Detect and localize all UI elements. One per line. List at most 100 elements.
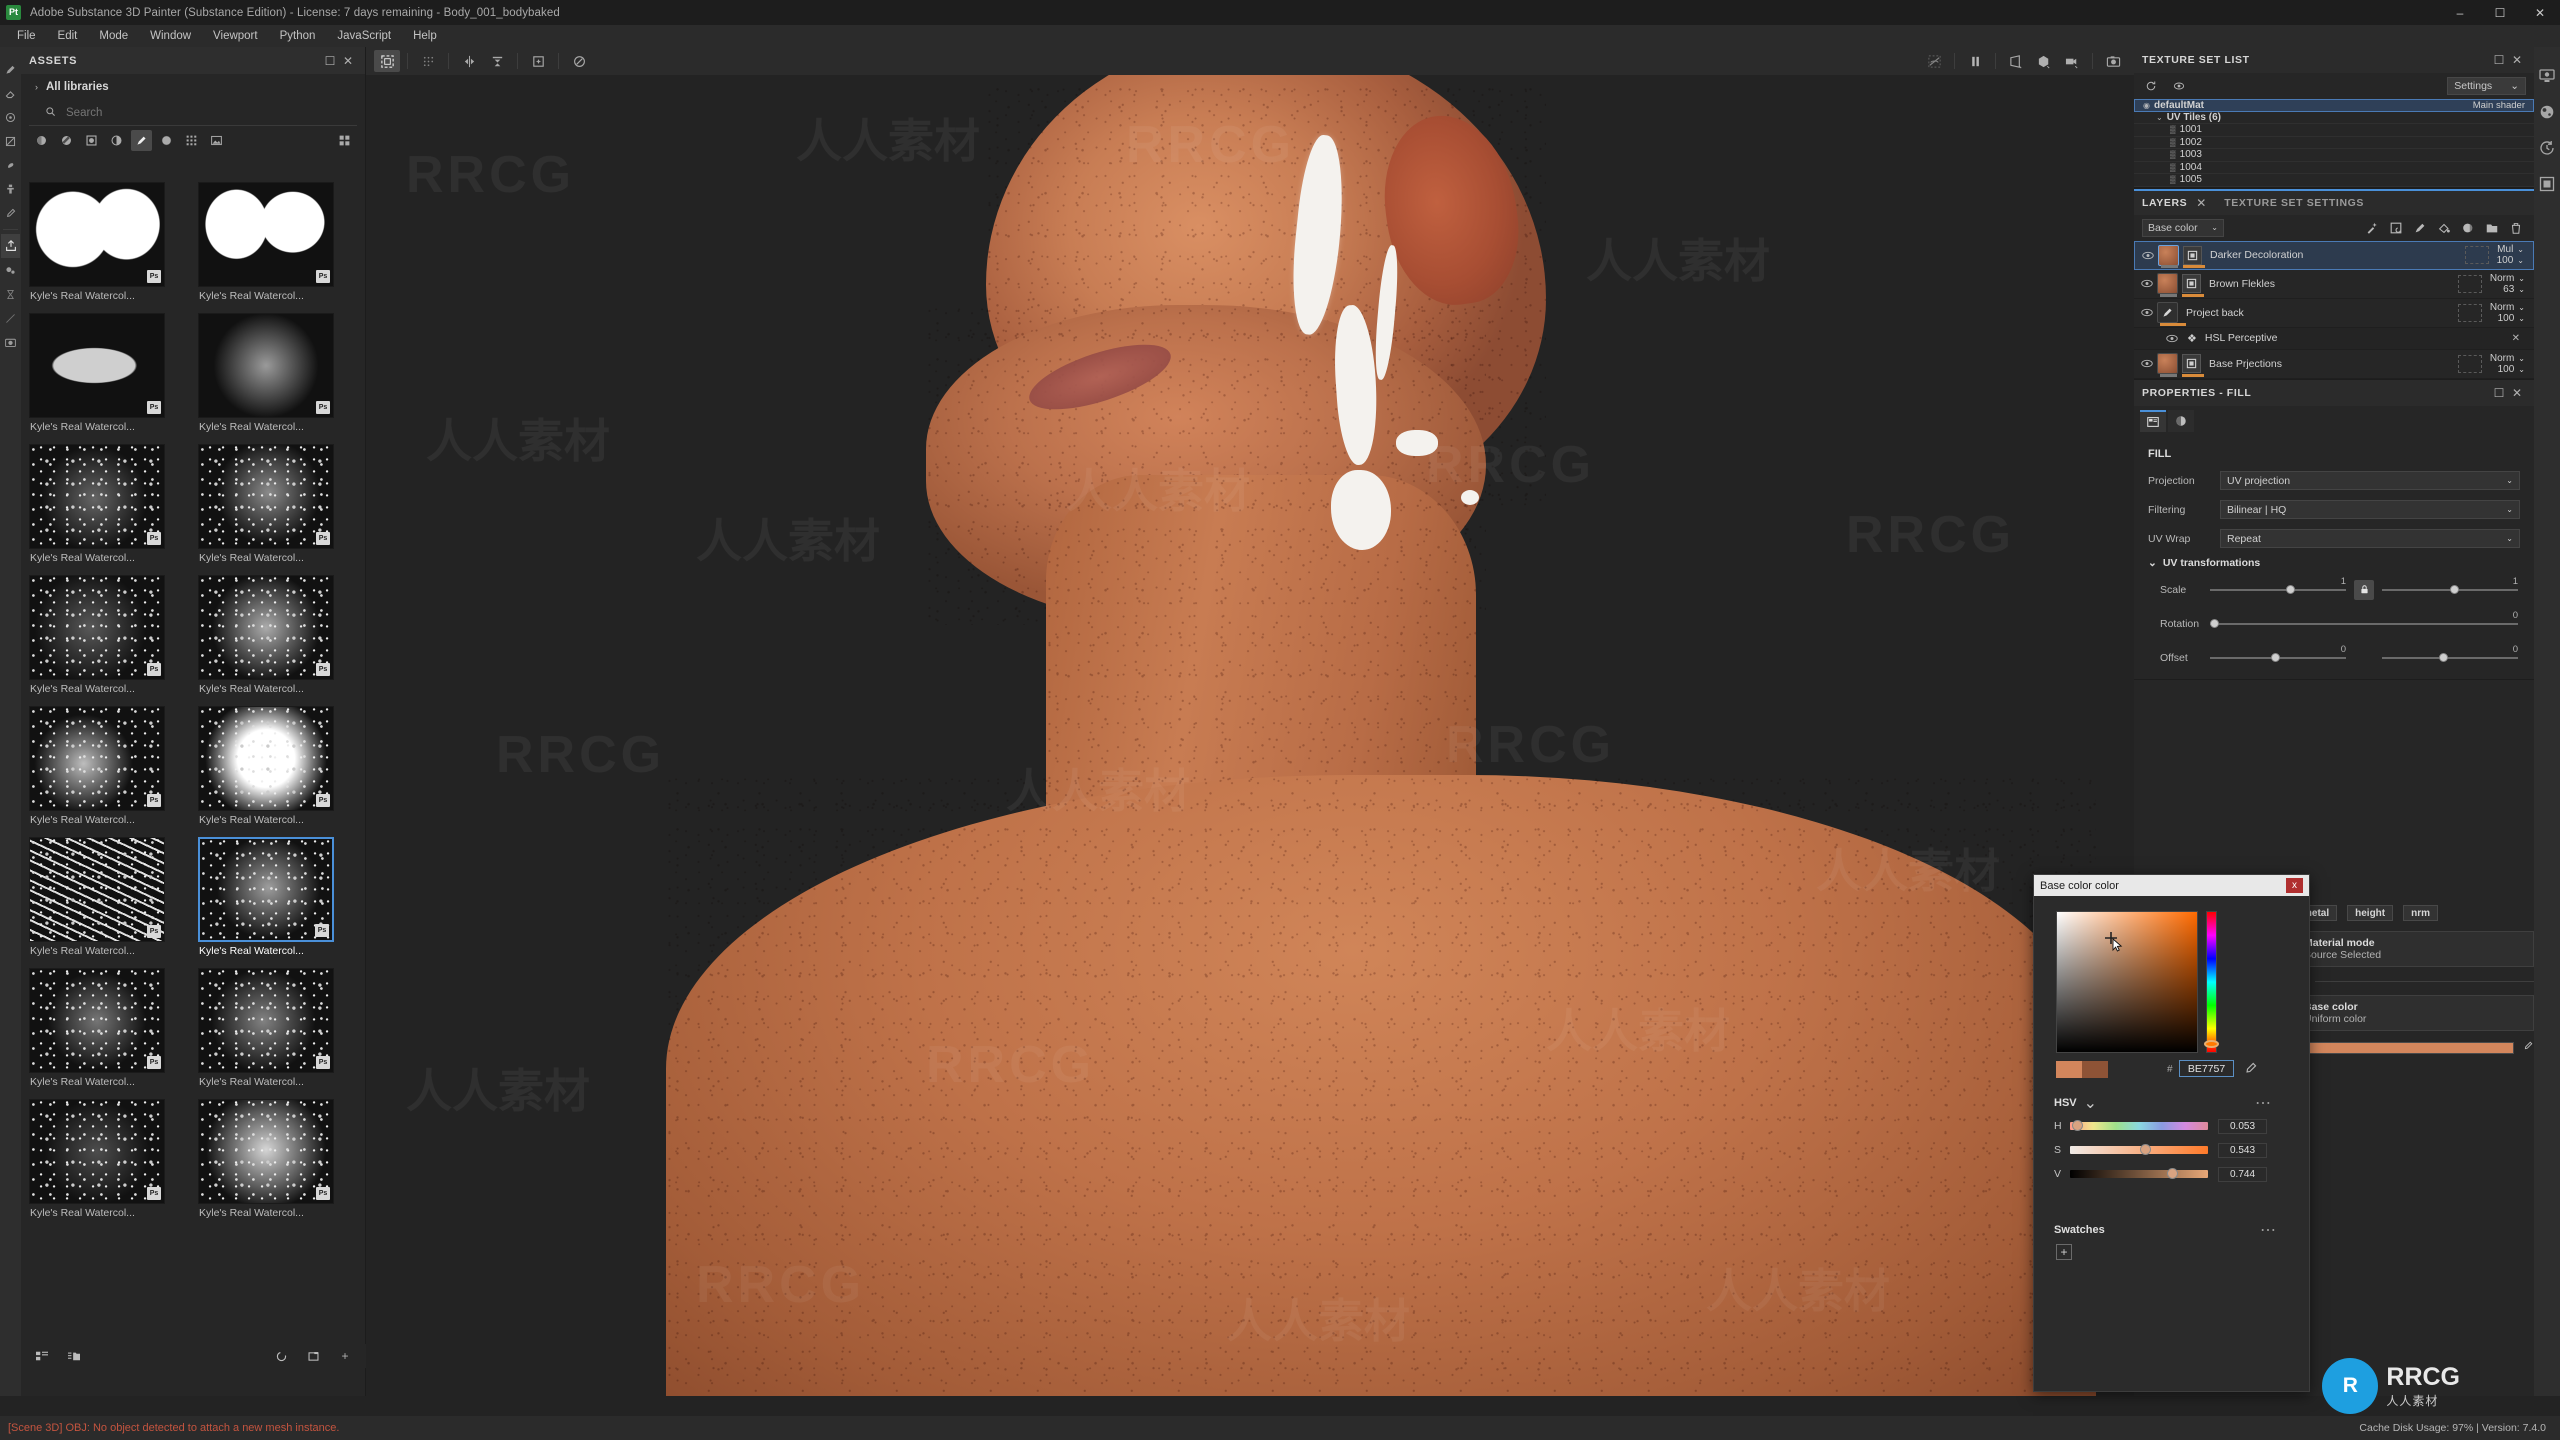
close-icon[interactable]: ✕	[2508, 51, 2526, 69]
camera-mode-icon[interactable]	[2059, 50, 2085, 72]
close-icon[interactable]: x	[2286, 878, 2303, 893]
add-fill-icon[interactable]	[2433, 218, 2454, 238]
add-fill-layer-icon[interactable]	[2385, 218, 2406, 238]
screenshot-icon[interactable]	[2100, 50, 2126, 72]
chevron-down-icon[interactable]: ⌄	[2084, 1093, 2097, 1113]
base-color-box[interactable]: Base color Uniform color	[2295, 995, 2534, 1031]
layer-opacity[interactable]: 100 ⌄	[2498, 313, 2525, 324]
delete-layer-icon[interactable]	[2505, 218, 2526, 238]
layer-mask-thumbnail[interactable]	[2182, 274, 2201, 293]
filter-textures-icon[interactable]	[181, 130, 202, 151]
slider-track-left[interactable]: 1	[2210, 576, 2346, 594]
measure-tool-icon[interactable]	[1, 306, 20, 330]
layer-mask-thumbnail[interactable]	[2183, 245, 2202, 265]
layer-channel-select[interactable]: Base color ⌄	[2142, 218, 2224, 237]
layer-opacity[interactable]: 63 ⌄	[2503, 284, 2525, 295]
layer-blend-mode[interactable]: Norm ⌄	[2490, 273, 2525, 284]
camera-tool-icon[interactable]	[1, 330, 20, 354]
asset-item[interactable]: Ps Kyle's Real Watercol...	[198, 444, 334, 569]
undock-icon[interactable]: ☐	[2490, 384, 2508, 402]
hue-knob[interactable]	[2204, 1040, 2219, 1048]
filter-masks-icon[interactable]	[81, 130, 102, 151]
menu-file[interactable]: File	[6, 27, 47, 45]
all-libraries-row[interactable]: › All libraries	[21, 74, 365, 100]
filter-brushes-icon[interactable]	[131, 129, 152, 151]
menu-mode[interactable]: Mode	[88, 27, 139, 45]
menu-viewport[interactable]: Viewport	[202, 27, 269, 45]
slider-track[interactable]: 0	[2210, 610, 2518, 628]
layer-row[interactable]: Darker Decoloration Mul ⌄ 100 ⌄	[2134, 240, 2534, 270]
asset-item[interactable]: Ps Kyle's Real Watercol...	[198, 182, 334, 307]
texture-set-row[interactable]: ⌄ UV Tiles (6)	[2134, 112, 2534, 124]
asset-item[interactable]: Ps Kyle's Real Watercol...	[198, 968, 334, 1093]
add-smart-material-icon[interactable]	[2457, 218, 2478, 238]
menu-help[interactable]: Help	[402, 27, 448, 45]
filter-smart-materials-icon[interactable]	[56, 130, 77, 151]
asset-item[interactable]: Ps Kyle's Real Watercol...	[29, 182, 165, 307]
material-tab[interactable]	[2168, 409, 2194, 432]
fill-layer-thumbnail[interactable]	[2157, 353, 2178, 374]
menu-javascript[interactable]: JavaScript	[326, 27, 402, 45]
undock-icon[interactable]: ☐	[2490, 51, 2508, 69]
chip-nrm[interactable]: nrm	[2403, 905, 2439, 921]
viewport-3d-canvas[interactable]: RRCG人人素材RRCG人人素材人人素材人人素材RRCG人人素材RRCG人人素材…	[366, 75, 2134, 1396]
slider-knob[interactable]	[2450, 584, 2459, 594]
clone-tool-icon[interactable]	[1, 177, 20, 201]
hsv-slider-track[interactable]	[2070, 1168, 2208, 1179]
paint-layer-thumbnail[interactable]	[2157, 302, 2178, 323]
hsv-value-field[interactable]: 0.543	[2218, 1142, 2267, 1158]
grid-view-icon[interactable]	[334, 130, 355, 151]
hsv-slider-knob[interactable]	[2139, 1144, 2151, 1155]
display-settings-icon[interactable]	[2536, 65, 2558, 87]
add-paint-layer-icon[interactable]	[2409, 218, 2430, 238]
asset-item[interactable]: Ps Kyle's Real Watercol...	[198, 575, 334, 700]
material-picker-tool-icon[interactable]	[1, 201, 20, 225]
projection-tool-icon[interactable]	[1, 105, 20, 129]
hsv-slider-track[interactable]	[2070, 1144, 2208, 1155]
slider-knob[interactable]	[2439, 652, 2449, 662]
slider-track-right[interactable]: 0	[2382, 644, 2518, 662]
tri-planar-icon[interactable]	[525, 50, 551, 72]
asset-item[interactable]: Ps Kyle's Real Watercol...	[198, 313, 334, 438]
hsv-slider-track[interactable]	[2070, 1120, 2208, 1131]
property-select[interactable]: Repeat ⌄	[2220, 529, 2520, 548]
shading-mode-icon[interactable]	[2031, 50, 2057, 72]
dot-selection-icon[interactable]	[415, 50, 441, 72]
hsv-menu-icon[interactable]: ⋯	[2255, 1093, 2272, 1113]
selection-tool-icon[interactable]	[374, 50, 400, 72]
layer-mask-thumbnail[interactable]	[2182, 354, 2201, 373]
asset-item[interactable]: Ps Kyle's Real Watercol...	[29, 968, 165, 1093]
folder-view-icon[interactable]	[65, 1347, 83, 1365]
filter-alphas-icon[interactable]	[156, 130, 177, 151]
symmetry-icon[interactable]	[456, 50, 482, 72]
color-compare-swatches[interactable]	[2056, 1061, 2108, 1078]
layer-blend-mode[interactable]: Norm ⌄	[2490, 353, 2525, 364]
timer-tool-icon[interactable]	[1, 282, 20, 306]
lock-icon[interactable]	[2354, 579, 2374, 600]
texture-set-row[interactable]: ▒ 1003	[2134, 149, 2534, 162]
remove-effect-icon[interactable]: ✕	[2512, 333, 2520, 344]
uniform-color-swatch[interactable]	[2295, 1042, 2514, 1054]
tab-texture-set-settings[interactable]: TEXTURE SET SETTINGS	[2224, 197, 2364, 209]
polygon-fill-tool-icon[interactable]	[1, 129, 20, 153]
slider-knob[interactable]	[2210, 618, 2219, 628]
assets-search-row[interactable]	[29, 100, 357, 126]
properties-tab[interactable]	[2140, 409, 2166, 432]
asset-item[interactable]: Ps Kyle's Real Watercol...	[198, 706, 334, 831]
fill-layer-thumbnail[interactable]	[2158, 244, 2179, 266]
display-mode-icon[interactable]	[2003, 50, 2029, 72]
add-mask-placeholder[interactable]	[2457, 303, 2482, 322]
new-shelf-icon[interactable]	[304, 1347, 322, 1365]
asset-item[interactable]: Ps Kyle's Real Watercol...	[29, 444, 165, 569]
add-folder-icon[interactable]	[2481, 218, 2502, 238]
minimize-button[interactable]: –	[2440, 0, 2480, 25]
menu-edit[interactable]: Edit	[47, 27, 89, 45]
asset-item[interactable]: Ps Kyle's Real Watercol...	[29, 1099, 165, 1224]
menu-python[interactable]: Python	[269, 27, 327, 45]
eye-icon[interactable]	[2140, 251, 2156, 260]
texture-set-row[interactable]: ◉ defaultMat Main shader	[2134, 99, 2534, 112]
layer-effect-row[interactable]: ❖ HSL Perceptive ✕	[2134, 327, 2534, 350]
filter-smart-masks-icon[interactable]	[106, 130, 127, 151]
property-select[interactable]: UV projection ⌄	[2220, 471, 2520, 490]
add-mask-placeholder[interactable]	[2457, 274, 2482, 293]
